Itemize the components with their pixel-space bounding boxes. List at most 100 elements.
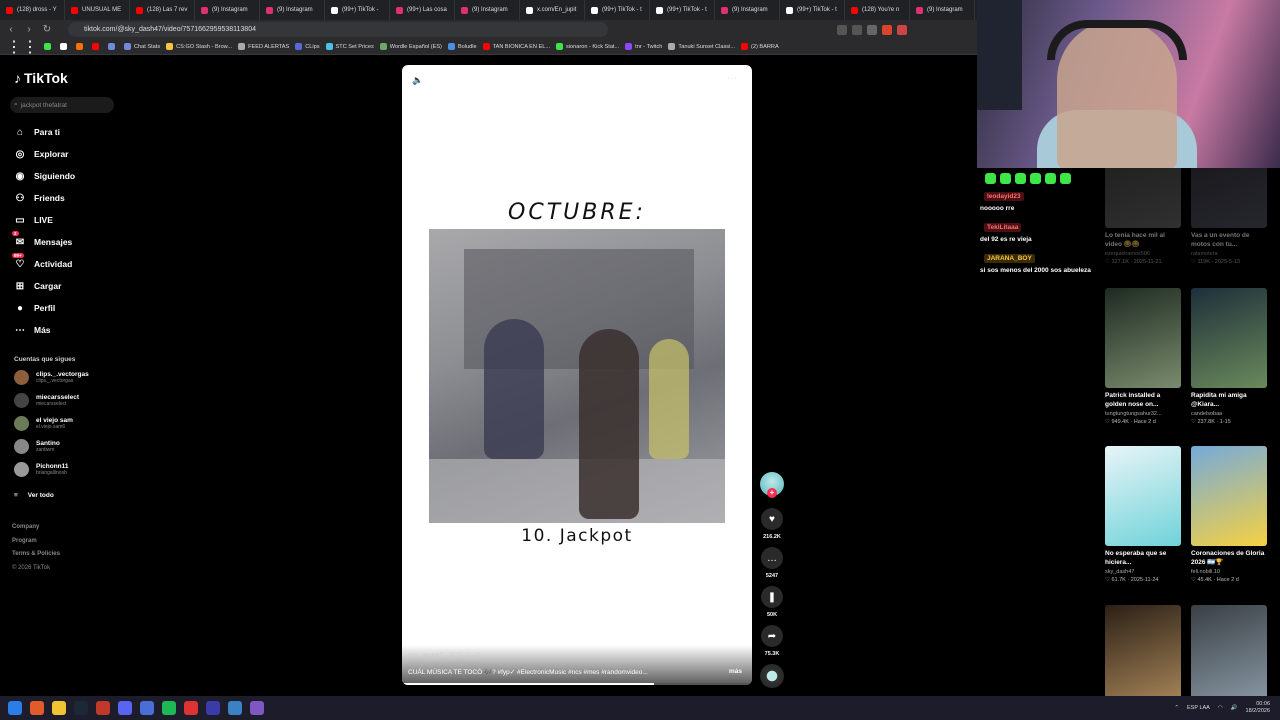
music-disc-icon[interactable]: [760, 664, 784, 688]
bookmark-item[interactable]: STC Set Prices: [325, 43, 374, 50]
sidebar-item-friends[interactable]: ⚇ Friends: [14, 192, 65, 204]
footer-link[interactable]: Company: [12, 524, 39, 530]
following-account[interactable]: el viejo sam el.viejo.sam6: [14, 416, 73, 431]
bookmark-item[interactable]: [92, 43, 102, 50]
discord-icon[interactable]: [118, 701, 132, 715]
recommended-video-card[interactable]: Vas a un evento de motos con tu... ratamo…: [1191, 168, 1269, 265]
extension-icon[interactable]: [837, 24, 847, 35]
share-button[interactable]: ➦ 75.3K: [760, 625, 784, 657]
extension-icon[interactable]: [867, 24, 877, 35]
browser-tab[interactable]: (9) Instagram: [715, 0, 780, 20]
bookmark-item[interactable]: Tanuki Sunset Classi...: [668, 43, 735, 50]
following-account[interactable]: clips._.vectorgas clips._.vectorgas: [14, 370, 89, 385]
bookmark-item[interactable]: CS:GO Stash - Brow...: [166, 43, 232, 50]
wifi-icon[interactable]: ◠: [1218, 705, 1223, 711]
rewards-icon[interactable]: [897, 24, 907, 35]
browser-tab[interactable]: (99+) TikTok - t: [585, 0, 650, 20]
like-button[interactable]: ♥ 216.2K: [760, 508, 784, 540]
sidebar-item-actividad[interactable]: ♡ 99+ Actividad: [12, 253, 72, 270]
bookmark-item[interactable]: (2) BARRA: [741, 43, 779, 50]
back-icon[interactable]: ‹: [4, 23, 18, 37]
extension-icon[interactable]: [852, 24, 862, 35]
browser-tab[interactable]: x.com/En_jupit: [520, 0, 585, 20]
sidebar-item-mensajes[interactable]: ✉ 2 Mensajes: [12, 231, 72, 248]
browser-tab[interactable]: (9) Instagram: [260, 0, 325, 20]
following-account[interactable]: Pichonn11 briangallinosb: [14, 462, 69, 477]
search-input[interactable]: ⌕ jackpot thefatrat: [10, 97, 114, 113]
obs-icon[interactable]: [96, 701, 110, 715]
footer-link[interactable]: Program: [12, 538, 37, 544]
clock[interactable]: 00:06 18/2/2026: [1246, 701, 1270, 715]
app-icon[interactable]: [228, 701, 242, 715]
bookmark-item[interactable]: Boludle: [447, 43, 477, 50]
video-progress-bar[interactable]: [402, 683, 752, 685]
browser-tab[interactable]: (9) Instagram: [195, 0, 260, 20]
browser-tab[interactable]: (99+) Las cosa: [390, 0, 455, 20]
start-icon[interactable]: [8, 701, 22, 715]
folder-icon[interactable]: [52, 701, 66, 715]
bookmark-item[interactable]: CLips: [295, 43, 320, 50]
follow-plus-icon[interactable]: +: [767, 488, 777, 498]
spotify-icon[interactable]: [162, 701, 176, 715]
more-options-icon[interactable]: ⋯: [727, 73, 737, 84]
tiktok-logo[interactable]: ♪ TikTok: [14, 70, 68, 86]
bookmark-item[interactable]: sionaron - Kick Stat...: [556, 43, 619, 50]
browser-tab[interactable]: UNUSUAL ME: [65, 0, 130, 20]
sidebar-item-live[interactable]: ▭ LIVE: [14, 214, 53, 226]
browser-tab[interactable]: (99+) TikTok - t: [780, 0, 845, 20]
bookmark-item[interactable]: [108, 43, 118, 50]
recommended-video-card[interactable]: [1191, 605, 1269, 696]
bookmark-item[interactable]: TAN BIONICA EN EL...: [482, 43, 550, 50]
bookmark-item[interactable]: FEED ALERTAS: [238, 43, 289, 50]
footer-link[interactable]: Terms & Policies: [12, 551, 60, 557]
browser-tab[interactable]: (128) Las 7 rev: [130, 0, 195, 20]
sidebar-item-más[interactable]: ⋯ Más: [14, 324, 51, 336]
bookmark-item[interactable]: tnr - Twitch: [625, 43, 662, 50]
caption-more-link[interactable]: más: [729, 668, 742, 675]
sidebar-item-explorar[interactable]: ◎ Explorar: [14, 148, 69, 160]
url-field[interactable]: tiktok.com/@sky_dash47/video/75716629595…: [68, 22, 608, 37]
bookmark-item[interactable]: [60, 43, 70, 50]
apps-grid-icon[interactable]: ⋮⋮: [6, 39, 38, 54]
browser-tab[interactable]: (9) Instagram: [910, 0, 975, 20]
recommended-video-card[interactable]: Patrick installed a golden nose on... tun…: [1105, 288, 1183, 425]
app-icon[interactable]: [250, 701, 264, 715]
steam-icon[interactable]: [74, 701, 88, 715]
bookmark-item[interactable]: [76, 43, 86, 50]
recommended-video-card[interactable]: Rapidita mi amiga @Kiara... candelsobaa ♡ …: [1191, 288, 1269, 425]
recommended-video-card[interactable]: [1105, 605, 1183, 696]
bookmark-item[interactable]: Wordle Español (ES): [379, 43, 442, 50]
bookmark-favicon-icon: [238, 43, 246, 50]
browser-tab[interactable]: (9) Instagram: [455, 0, 520, 20]
brave-shield-icon[interactable]: [882, 24, 892, 35]
reload-icon[interactable]: ↻: [40, 23, 54, 37]
recommended-video-card[interactable]: Coronaciones de Gloria 2026 🇦🇷🏆 feli.nobi…: [1191, 446, 1269, 583]
forward-icon[interactable]: ›: [22, 23, 36, 37]
bookmark-item[interactable]: Chat Stats: [124, 43, 160, 50]
browser-tab[interactable]: (99+) TikTok -: [325, 0, 390, 20]
save-button[interactable]: ❚ 50K: [760, 586, 784, 618]
see-all-button[interactable]: ≡ Ver todo: [14, 492, 54, 499]
lang-indicator[interactable]: ESP LAA: [1187, 705, 1210, 711]
sidebar-item-siguiendo[interactable]: ◉ Siguiendo: [14, 170, 75, 182]
recommended-video-card[interactable]: Lo tenía hace mil al video 😂😂 ezequielram…: [1105, 168, 1183, 265]
app-icon[interactable]: [140, 701, 154, 715]
volume-icon[interactable]: 🔈: [412, 75, 423, 86]
brave-icon[interactable]: [30, 701, 44, 715]
following-account[interactable]: miecarsselect miecarsselect: [14, 393, 79, 408]
video-player[interactable]: 🔈 ⋯ OCTUBRE: 10. Jackpot sky_dash47 · 20…: [402, 65, 752, 685]
sidebar-item-perfil[interactable]: ● Perfil: [14, 302, 55, 314]
browser-tab[interactable]: (128) You're n: [845, 0, 910, 20]
app-icon[interactable]: [184, 701, 198, 715]
app-icon[interactable]: [206, 701, 220, 715]
volume-tray-icon[interactable]: 🔊: [1231, 705, 1238, 711]
browser-tab[interactable]: (128) dross - Y: [0, 0, 65, 20]
recommended-video-card[interactable]: No esperaba que se hiciera... sky_dash47 ♡…: [1105, 446, 1183, 583]
sidebar-item-para-ti[interactable]: ⌂ Para ti: [14, 126, 60, 138]
comment-button[interactable]: … 5247: [760, 547, 784, 579]
sidebar-item-cargar[interactable]: ⊞ Cargar: [14, 280, 62, 292]
following-account[interactable]: Santino zantiwm: [14, 439, 60, 454]
bookmark-item[interactable]: [44, 43, 54, 50]
browser-tab[interactable]: (99+) TikTok - t: [650, 0, 715, 20]
tray-chevron-icon[interactable]: ⌃: [1174, 705, 1179, 711]
